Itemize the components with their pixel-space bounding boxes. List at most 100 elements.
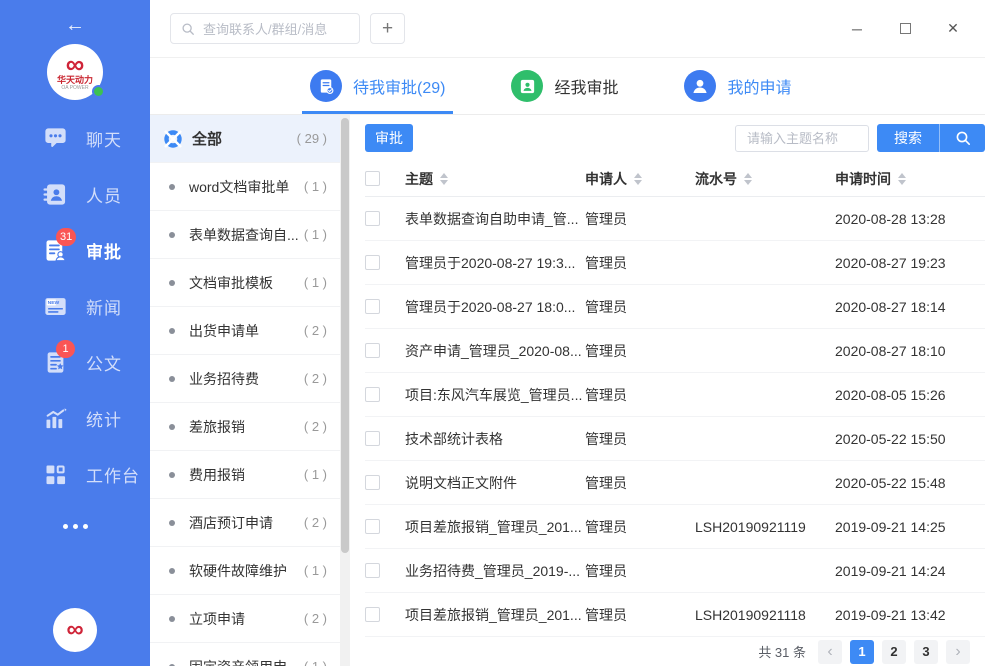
category-scrollbar[interactable] xyxy=(340,115,350,666)
maximize-icon[interactable] xyxy=(881,13,929,45)
row-checkbox[interactable] xyxy=(365,343,380,358)
sidebar-item-label: 新闻 xyxy=(86,294,122,319)
category-item[interactable]: 酒店预订申请 ( 2 ) xyxy=(150,499,340,547)
sidebar-item-stats[interactable]: 统计 xyxy=(0,390,150,446)
sidebar-item-people[interactable]: 人员 xyxy=(0,166,150,222)
contact-search-placeholder: 查询联系人/群组/消息 xyxy=(203,19,327,38)
tab-myapps[interactable]: 我的申请 xyxy=(684,58,791,114)
table-toolbar: 审批 搜索 xyxy=(365,115,985,161)
category-item[interactable]: 表单数据查询自... ( 1 ) xyxy=(150,211,340,259)
tab-doc-person-icon xyxy=(511,70,543,102)
tab-label: 待我审批(29) xyxy=(353,74,445,98)
more-icon[interactable] xyxy=(63,524,88,529)
category-item[interactable]: 立项申请 ( 2 ) xyxy=(150,595,340,643)
page-list: 123 xyxy=(850,640,938,664)
table-row[interactable]: 说明文档正文附件 管理员 2020-05-22 15:48 xyxy=(365,461,985,505)
category-item[interactable]: 全部 ( 29 ) xyxy=(150,115,340,163)
online-status-dot xyxy=(92,85,105,98)
row-checkbox[interactable] xyxy=(365,431,380,446)
page-button[interactable]: 1 xyxy=(850,640,874,664)
row-checkbox[interactable] xyxy=(365,299,380,314)
add-button[interactable]: + xyxy=(370,13,405,44)
select-all-checkbox[interactable] xyxy=(365,171,380,186)
table-row[interactable]: 项目:东风汽车展览_管理员... 管理员 2020-08-05 15:26 xyxy=(365,373,985,417)
category-count: ( 1 ) xyxy=(304,275,327,290)
cell-subject: 项目差旅报销_管理员_201... xyxy=(405,517,585,537)
next-page-button[interactable]: › xyxy=(946,640,970,664)
sidebar-item-docs[interactable]: 1 公文 xyxy=(0,334,150,390)
cell-applicant: 管理员 xyxy=(585,209,695,229)
category-item[interactable]: word文档审批单 ( 1 ) xyxy=(150,163,340,211)
category-item[interactable]: 出货申请单 ( 2 ) xyxy=(150,307,340,355)
row-checkbox[interactable] xyxy=(365,211,380,226)
category-item[interactable]: 差旅报销 ( 2 ) xyxy=(150,403,340,451)
category-count: ( 2 ) xyxy=(304,419,327,434)
page-button[interactable]: 3 xyxy=(914,640,938,664)
row-checkbox[interactable] xyxy=(365,563,380,578)
table-header: 主题 申请人 流水号 申请时间 xyxy=(365,161,985,197)
category-count: ( 29 ) xyxy=(297,131,327,146)
avatar[interactable]: ∞ 华天动力 OA POWER xyxy=(47,44,103,100)
table-row[interactable]: 项目差旅报销_管理员_201... 管理员 LSH20190921119 201… xyxy=(365,505,985,549)
category-item[interactable]: 固定资产领用申... ( 1 ) xyxy=(150,643,340,666)
cell-time: 2020-05-22 15:48 xyxy=(835,475,970,491)
cell-time: 2019-09-21 14:24 xyxy=(835,563,970,579)
contact-search-input[interactable]: 查询联系人/群组/消息 xyxy=(170,13,360,44)
category-item[interactable]: 业务招待费 ( 2 ) xyxy=(150,355,340,403)
minimize-icon[interactable]: ─ xyxy=(833,13,881,45)
row-checkbox[interactable] xyxy=(365,475,380,490)
sidebar: ← ∞ 华天动力 OA POWER 聊天 人员 31 审批 NEW 新闻 1 公… xyxy=(0,0,150,666)
column-header-time[interactable]: 申请时间 xyxy=(835,169,970,189)
category-count: ( 1 ) xyxy=(304,563,327,578)
bullet-icon xyxy=(169,424,175,430)
news-icon: NEW xyxy=(42,293,69,320)
table-row[interactable]: 资产申请_管理员_2020-08... 管理员 2020-08-27 18:10 xyxy=(365,329,985,373)
scrollbar-thumb[interactable] xyxy=(341,118,349,553)
close-icon[interactable]: ✕ xyxy=(929,13,977,45)
column-header-subject[interactable]: 主题 xyxy=(405,169,585,189)
category-item[interactable]: 文档审批模板 ( 1 ) xyxy=(150,259,340,307)
cell-subject: 技术部统计表格 xyxy=(405,429,585,449)
subject-search-input[interactable] xyxy=(735,125,869,152)
table-row[interactable]: 技术部统计表格 管理员 2020-05-22 15:50 xyxy=(365,417,985,461)
table-row[interactable]: 项目差旅报销_管理员_201... 管理员 LSH20190921118 201… xyxy=(365,593,985,637)
category-item[interactable]: 费用报销 ( 1 ) xyxy=(150,451,340,499)
search-button[interactable]: 搜索 xyxy=(877,124,939,152)
advanced-search-button[interactable] xyxy=(939,124,985,152)
category-item[interactable]: 软硬件故障维护 ( 1 ) xyxy=(150,547,340,595)
cell-subject: 资产申请_管理员_2020-08... xyxy=(405,341,585,361)
page-button[interactable]: 2 xyxy=(882,640,906,664)
row-checkbox[interactable] xyxy=(365,607,380,622)
approve-button[interactable]: 审批 xyxy=(365,124,413,152)
collapse-back-icon[interactable]: ← xyxy=(65,12,85,38)
sidebar-item-workbench[interactable]: 工作台 xyxy=(0,446,150,502)
cell-subject: 项目差旅报销_管理员_201... xyxy=(405,605,585,625)
cell-subject: 项目:东风汽车展览_管理员... xyxy=(405,385,585,405)
sidebar-item-approval[interactable]: 31 审批 xyxy=(0,222,150,278)
tabs: 待我审批(29) 经我审批 我的申请 xyxy=(150,58,985,115)
column-header-serial[interactable]: 流水号 xyxy=(695,169,835,189)
app-logo-icon[interactable]: ∞ xyxy=(53,608,97,652)
app-window: ← ∞ 华天动力 OA POWER 聊天 人员 31 审批 NEW 新闻 1 公… xyxy=(0,0,985,666)
row-checkbox[interactable] xyxy=(365,255,380,270)
cell-serial: LSH20190921118 xyxy=(695,607,835,623)
table-row[interactable]: 表单数据查询自助申请_管... 管理员 2020-08-28 13:28 xyxy=(365,197,985,241)
workbench-icon xyxy=(42,461,69,488)
category-count: ( 2 ) xyxy=(304,323,327,338)
column-header-applicant[interactable]: 申请人 xyxy=(585,169,695,189)
magnifier-icon xyxy=(955,130,971,146)
sidebar-item-chat[interactable]: 聊天 xyxy=(0,110,150,166)
table-row[interactable]: 业务招待费_管理员_2019-... 管理员 2019-09-21 14:24 xyxy=(365,549,985,593)
tab-reviewed[interactable]: 经我审批 xyxy=(511,58,618,114)
cell-applicant: 管理员 xyxy=(585,253,695,273)
sidebar-item-label: 公文 xyxy=(86,350,122,375)
tab-pending[interactable]: 待我审批(29) xyxy=(310,58,445,114)
table-row[interactable]: 管理员于2020-08-27 19:3... 管理员 2020-08-27 19… xyxy=(365,241,985,285)
category-count: ( 1 ) xyxy=(304,179,327,194)
row-checkbox[interactable] xyxy=(365,387,380,402)
sort-icon xyxy=(898,173,906,185)
prev-page-button[interactable]: ‹ xyxy=(818,640,842,664)
table-row[interactable]: 管理员于2020-08-27 18:0... 管理员 2020-08-27 18… xyxy=(365,285,985,329)
row-checkbox[interactable] xyxy=(365,519,380,534)
sidebar-item-news[interactable]: NEW 新闻 xyxy=(0,278,150,334)
